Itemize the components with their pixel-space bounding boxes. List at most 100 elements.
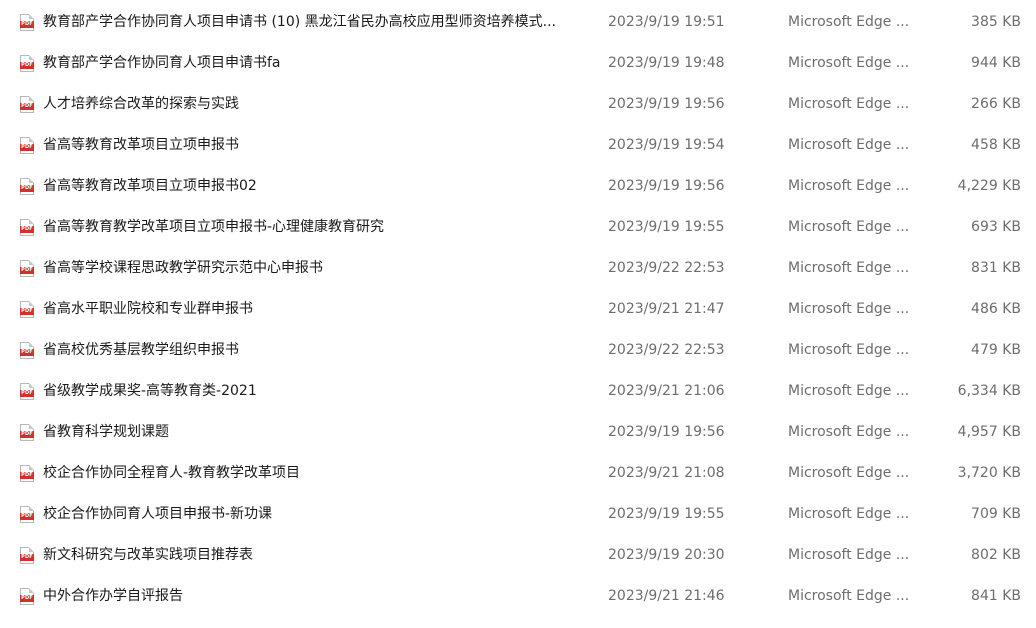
file-name-cell[interactable]: PDF 省教育科学规划课题 bbox=[20, 412, 592, 453]
file-row[interactable]: PDF 教育部产学合作协同育人项目申请书fa 2023/9/19 19:48 M… bbox=[0, 43, 1036, 84]
file-size: 944 KB bbox=[971, 55, 1021, 71]
file-type: Microsoft Edge ... bbox=[788, 547, 910, 563]
pdf-icon: PDF bbox=[20, 342, 34, 359]
file-type: Microsoft Edge ... bbox=[788, 588, 910, 604]
file-row[interactable]: PDF 省高水平职业院校和专业群申报书 2023/9/21 21:47 Micr… bbox=[0, 289, 1036, 330]
file-size: 385 KB bbox=[971, 14, 1021, 30]
file-row[interactable]: PDF 中外合作办学自评报告 2023/9/21 21:46 Microsoft… bbox=[0, 576, 1036, 617]
file-date-modified: 2023/9/19 19:55 bbox=[608, 506, 725, 522]
file-size: 693 KB bbox=[971, 219, 1021, 235]
pdf-icon: PDF bbox=[20, 260, 34, 277]
file-date-modified: 2023/9/21 21:46 bbox=[608, 588, 725, 604]
file-type: Microsoft Edge ... bbox=[788, 178, 910, 194]
pdf-icon: PDF bbox=[20, 96, 34, 113]
file-size: 6,334 KB bbox=[957, 383, 1021, 399]
file-size: 709 KB bbox=[971, 506, 1021, 522]
file-date-modified: 2023/9/19 19:55 bbox=[608, 219, 725, 235]
file-row[interactable]: PDF 新文科研究与改革实践项目推荐表 2023/9/19 20:30 Micr… bbox=[0, 535, 1036, 576]
file-name-cell[interactable]: PDF 省高水平职业院校和专业群申报书 bbox=[20, 289, 592, 330]
pdf-icon: PDF bbox=[20, 14, 34, 31]
file-row[interactable]: PDF 校企合作协同全程育人-教育教学改革项目 2023/9/21 21:08 … bbox=[0, 453, 1036, 494]
file-name[interactable]: 省级教学成果奖-高等教育类-2021 bbox=[43, 371, 257, 412]
file-size: 458 KB bbox=[971, 137, 1021, 153]
file-type: Microsoft Edge ... bbox=[788, 55, 910, 71]
file-date-modified: 2023/9/19 19:51 bbox=[608, 14, 725, 30]
file-name[interactable]: 新文科研究与改革实践项目推荐表 bbox=[43, 535, 253, 576]
file-name[interactable]: 人才培养综合改革的探索与实践 bbox=[43, 84, 239, 125]
file-size: 4,229 KB bbox=[957, 178, 1021, 194]
file-date-modified: 2023/9/19 20:30 bbox=[608, 547, 725, 563]
file-name[interactable]: 省高水平职业院校和专业群申报书 bbox=[43, 289, 253, 330]
pdf-icon: PDF bbox=[20, 465, 34, 482]
file-name-cell[interactable]: PDF 人才培养综合改革的探索与实践 bbox=[20, 84, 592, 125]
file-name-cell[interactable]: PDF 省高等学校课程思政教学研究示范中心申报书 bbox=[20, 248, 592, 289]
file-name[interactable]: 省高等教育改革项目立项申报书02 bbox=[43, 166, 257, 207]
pdf-icon: PDF bbox=[20, 301, 34, 318]
file-name[interactable]: 省高校优秀基层教学组织申报书 bbox=[43, 330, 239, 371]
file-size: 841 KB bbox=[971, 588, 1021, 604]
file-date-modified: 2023/9/22 22:53 bbox=[608, 260, 725, 276]
file-row[interactable]: PDF 省高等教育改革项目立项申报书02 2023/9/19 19:56 Mic… bbox=[0, 166, 1036, 207]
file-size: 802 KB bbox=[971, 547, 1021, 563]
file-name-cell[interactable]: PDF 省级教学成果奖-高等教育类-2021 bbox=[20, 371, 592, 412]
file-type: Microsoft Edge ... bbox=[788, 383, 910, 399]
file-name[interactable]: 教育部产学合作协同育人项目申请书 (10) 黑龙江省民办高校应用型师资培养模式.… bbox=[43, 2, 556, 43]
file-date-modified: 2023/9/21 21:08 bbox=[608, 465, 725, 481]
file-date-modified: 2023/9/19 19:56 bbox=[608, 96, 725, 112]
file-name[interactable]: 省高等学校课程思政教学研究示范中心申报书 bbox=[43, 248, 323, 289]
file-name-cell[interactable]: PDF 省高等教育改革项目立项申报书02 bbox=[20, 166, 592, 207]
file-name[interactable]: 教育部产学合作协同育人项目申请书fa bbox=[43, 43, 281, 84]
file-row[interactable]: PDF 省高等教育改革项目立项申报书 2023/9/19 19:54 Micro… bbox=[0, 125, 1036, 166]
pdf-icon: PDF bbox=[20, 55, 34, 72]
file-date-modified: 2023/9/21 21:06 bbox=[608, 383, 725, 399]
file-name-cell[interactable]: PDF 新文科研究与改革实践项目推荐表 bbox=[20, 535, 592, 576]
file-date-modified: 2023/9/19 19:54 bbox=[608, 137, 725, 153]
file-row[interactable]: PDF 人才培养综合改革的探索与实践 2023/9/19 19:56 Micro… bbox=[0, 84, 1036, 125]
file-row[interactable]: PDF 校企合作协同育人项目申报书-新功课 2023/9/19 19:55 Mi… bbox=[0, 494, 1036, 535]
file-name[interactable]: 省教育科学规划课题 bbox=[43, 412, 169, 453]
file-name-cell[interactable]: PDF 省高等教育教学改革项目立项申报书-心理健康教育研究 bbox=[20, 207, 592, 248]
file-size: 831 KB bbox=[971, 260, 1021, 276]
file-name-cell[interactable]: PDF 校企合作协同育人项目申报书-新功课 bbox=[20, 494, 592, 535]
file-type: Microsoft Edge ... bbox=[788, 137, 910, 153]
file-name[interactable]: 校企合作协同全程育人-教育教学改革项目 bbox=[43, 453, 300, 494]
file-type: Microsoft Edge ... bbox=[788, 424, 910, 440]
pdf-icon: PDF bbox=[20, 588, 34, 605]
file-row[interactable]: PDF 省高校优秀基层教学组织申报书 2023/9/22 22:53 Micro… bbox=[0, 330, 1036, 371]
pdf-icon: PDF bbox=[20, 424, 34, 441]
file-type: Microsoft Edge ... bbox=[788, 14, 910, 30]
file-date-modified: 2023/9/22 22:53 bbox=[608, 342, 725, 358]
file-name[interactable]: 省高等教育教学改革项目立项申报书-心理健康教育研究 bbox=[43, 207, 384, 248]
file-row[interactable]: PDF 省高等学校课程思政教学研究示范中心申报书 2023/9/22 22:53… bbox=[0, 248, 1036, 289]
pdf-icon: PDF bbox=[20, 178, 34, 195]
file-row[interactable]: PDF 教育部产学合作协同育人项目申请书 (10) 黑龙江省民办高校应用型师资培… bbox=[0, 2, 1036, 43]
file-name-cell[interactable]: PDF 校企合作协同全程育人-教育教学改革项目 bbox=[20, 453, 592, 494]
pdf-icon: PDF bbox=[20, 506, 34, 523]
file-row[interactable]: PDF 省高等教育教学改革项目立项申报书-心理健康教育研究 2023/9/19 … bbox=[0, 207, 1036, 248]
file-date-modified: 2023/9/21 21:47 bbox=[608, 301, 725, 317]
file-type: Microsoft Edge ... bbox=[788, 219, 910, 235]
file-size: 266 KB bbox=[971, 96, 1021, 112]
file-size: 479 KB bbox=[971, 342, 1021, 358]
file-name-cell[interactable]: PDF 教育部产学合作协同育人项目申请书fa bbox=[20, 43, 592, 84]
file-name-cell[interactable]: PDF 省高等教育改革项目立项申报书 bbox=[20, 125, 592, 166]
file-size: 4,957 KB bbox=[957, 424, 1021, 440]
file-type: Microsoft Edge ... bbox=[788, 506, 910, 522]
file-name[interactable]: 中外合作办学自评报告 bbox=[43, 576, 183, 617]
file-type: Microsoft Edge ... bbox=[788, 301, 910, 317]
file-name-cell[interactable]: PDF 省高校优秀基层教学组织申报书 bbox=[20, 330, 592, 371]
file-type: Microsoft Edge ... bbox=[788, 342, 910, 358]
file-row[interactable]: PDF 省级教学成果奖-高等教育类-2021 2023/9/21 21:06 M… bbox=[0, 371, 1036, 412]
file-type: Microsoft Edge ... bbox=[788, 260, 910, 276]
file-name-cell[interactable]: PDF 中外合作办学自评报告 bbox=[20, 576, 592, 617]
file-name-cell[interactable]: PDF 教育部产学合作协同育人项目申请书 (10) 黑龙江省民办高校应用型师资培… bbox=[20, 2, 592, 43]
file-date-modified: 2023/9/19 19:48 bbox=[608, 55, 725, 71]
file-name[interactable]: 校企合作协同育人项目申报书-新功课 bbox=[43, 494, 272, 535]
pdf-icon: PDF bbox=[20, 137, 34, 154]
pdf-icon: PDF bbox=[20, 547, 34, 564]
file-size: 486 KB bbox=[971, 301, 1021, 317]
pdf-icon: PDF bbox=[20, 383, 34, 400]
pdf-icon: PDF bbox=[20, 219, 34, 236]
file-row[interactable]: PDF 省教育科学规划课题 2023/9/19 19:56 Microsoft … bbox=[0, 412, 1036, 453]
file-name[interactable]: 省高等教育改革项目立项申报书 bbox=[43, 125, 239, 166]
